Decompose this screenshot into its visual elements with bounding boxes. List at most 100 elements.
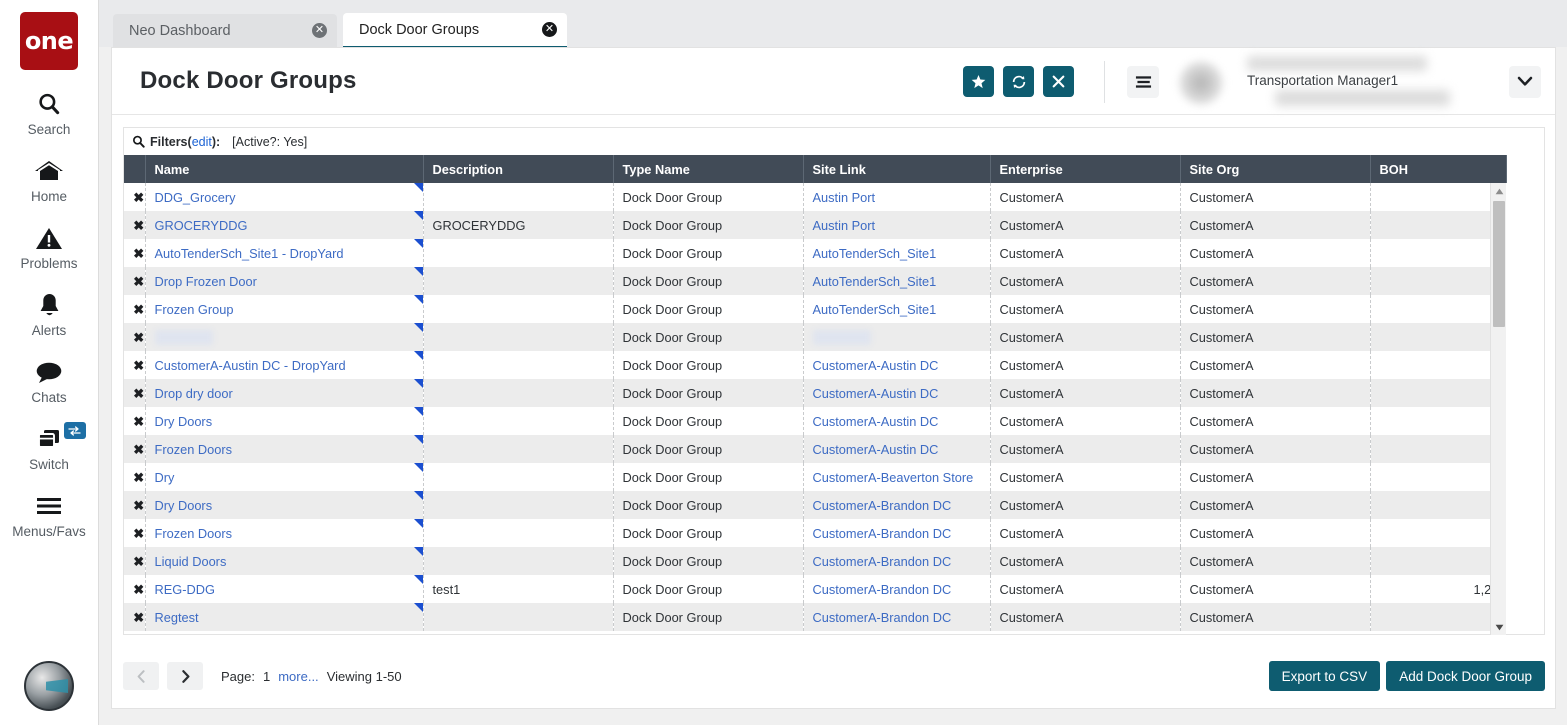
column-header-name[interactable]: Name <box>145 155 423 183</box>
name-link[interactable]: Liquid Doors <box>155 554 227 569</box>
add-dock-door-group-button[interactable]: Add Dock Door Group <box>1386 661 1545 691</box>
tab-dock-door-groups[interactable]: Dock Door Groups ✕ <box>343 13 567 49</box>
column-header-site-link[interactable]: Site Link <box>803 155 990 183</box>
delete-x-icon[interactable]: ✖ <box>133 498 144 513</box>
rail-item-menus-favs[interactable]: Menus/Favs <box>0 491 99 539</box>
delete-x-icon[interactable]: ✖ <box>133 526 144 541</box>
cell-boh <box>1370 491 1506 519</box>
table-row[interactable]: ✖Frozen DoorsDock Door GroupCustomerA-Br… <box>124 519 1506 547</box>
site-link-anchor[interactable]: CustomerA-Austin DC <box>813 386 939 401</box>
hamburger-menu-icon[interactable] <box>1127 66 1159 98</box>
name-link[interactable]: Drop Frozen Door <box>155 274 257 289</box>
export-to-csv-button[interactable]: Export to CSV <box>1269 661 1381 691</box>
table-row[interactable]: ✖Liquid DoorsDock Door GroupCustomerA-Br… <box>124 547 1506 575</box>
delete-x-icon[interactable]: ✖ <box>133 274 144 289</box>
table-row[interactable]: ✖DryDock Door GroupCustomerA-Beaverton S… <box>124 463 1506 491</box>
table-row[interactable]: ✖RegtestDock Door GroupCustomerA-Brandon… <box>124 603 1506 631</box>
delete-x-icon[interactable]: ✖ <box>133 582 144 597</box>
rail-item-switch[interactable]: Switch <box>0 424 99 472</box>
table-row[interactable]: ✖REG-DDGtest1Dock Door GroupCustomerA-Br… <box>124 575 1506 603</box>
more-pages-link[interactable]: more... <box>278 669 318 684</box>
name-link[interactable]: Dry <box>155 470 175 485</box>
delete-x-icon[interactable]: ✖ <box>133 330 144 345</box>
table-row[interactable]: ✖GROCERYDDGGROCERYDDGDock Door GroupAust… <box>124 211 1506 239</box>
swap-arrows-icon[interactable] <box>64 422 86 439</box>
column-header-site-org[interactable]: Site Org <box>1180 155 1370 183</box>
table-row[interactable]: ✖Dock Door GroupCustomerACustomerA <box>124 323 1506 351</box>
site-link-anchor[interactable]: CustomerA-Brandon DC <box>813 526 952 541</box>
site-link-anchor[interactable]: CustomerA-Brandon DC <box>813 610 952 625</box>
name-link[interactable]: Regtest <box>155 610 199 625</box>
delete-x-icon[interactable]: ✖ <box>133 442 144 457</box>
column-header-enterprise[interactable]: Enterprise <box>990 155 1180 183</box>
site-link-anchor[interactable]: CustomerA-Austin DC <box>813 442 939 457</box>
filters-edit-link[interactable]: edit <box>192 135 212 149</box>
name-link[interactable]: CustomerA-Austin DC - DropYard <box>155 358 346 373</box>
scroll-up-arrow-icon[interactable] <box>1491 183 1506 199</box>
scroll-down-arrow-icon[interactable] <box>1491 619 1506 635</box>
rail-item-chats[interactable]: Chats <box>0 357 99 405</box>
table-row[interactable]: ✖Frozen GroupDock Door GroupAutoTenderSc… <box>124 295 1506 323</box>
delete-x-icon[interactable]: ✖ <box>133 302 144 317</box>
site-link-anchor[interactable]: AutoTenderSch_Site1 <box>813 274 937 289</box>
delete-x-icon[interactable]: ✖ <box>133 358 144 373</box>
table-row[interactable]: ✖DDG_GroceryDock Door GroupAustin PortCu… <box>124 183 1506 211</box>
site-link-anchor[interactable]: CustomerA-Beaverton Store <box>813 470 974 485</box>
table-row[interactable]: ✖Drop dry doorDock Door GroupCustomerA-A… <box>124 379 1506 407</box>
column-header-description[interactable]: Description <box>423 155 613 183</box>
site-link-anchor[interactable]: CustomerA-Brandon DC <box>813 498 952 513</box>
close-circle-icon[interactable]: ✕ <box>542 22 557 37</box>
close-circle-icon[interactable]: ✕ <box>312 23 327 38</box>
vertical-scrollbar[interactable] <box>1490 183 1506 635</box>
table-row[interactable]: ✖Dry DoorsDock Door GroupCustomerA-Austi… <box>124 407 1506 435</box>
name-link[interactable]: Frozen Group <box>155 302 234 317</box>
rail-item-alerts[interactable]: Alerts <box>0 290 99 338</box>
column-header-type-name[interactable]: Type Name <box>613 155 803 183</box>
site-link-anchor[interactable]: AutoTenderSch_Site1 <box>813 302 937 317</box>
name-link[interactable]: REG-DDG <box>155 582 215 597</box>
site-link-anchor[interactable]: Austin Port <box>813 218 876 233</box>
user-profile-avatar[interactable] <box>24 661 74 711</box>
site-link-anchor[interactable]: CustomerA-Austin DC <box>813 358 939 373</box>
name-link[interactable]: Frozen Doors <box>155 442 233 457</box>
delete-x-icon[interactable]: ✖ <box>133 218 144 233</box>
rail-item-problems[interactable]: Problems <box>0 223 99 271</box>
name-link[interactable]: GROCERYDDG <box>155 218 248 233</box>
delete-x-icon[interactable]: ✖ <box>133 610 144 625</box>
delete-x-icon[interactable]: ✖ <box>133 246 144 261</box>
next-page-button[interactable] <box>167 662 203 690</box>
delete-x-icon[interactable]: ✖ <box>133 554 144 569</box>
table-row[interactable]: ✖Dry DoorsDock Door GroupCustomerA-Brand… <box>124 491 1506 519</box>
rail-item-home[interactable]: Home <box>0 156 99 204</box>
scrollbar-thumb[interactable] <box>1493 201 1505 327</box>
refresh-button[interactable] <box>1003 66 1034 97</box>
close-button[interactable] <box>1043 66 1074 97</box>
delete-x-icon[interactable]: ✖ <box>133 190 144 205</box>
name-link[interactable]: Dry Doors <box>155 498 213 513</box>
name-link[interactable]: Frozen Doors <box>155 526 233 541</box>
previous-page-button[interactable] <box>123 662 159 690</box>
table-row[interactable]: ✖Frozen DoorsDock Door GroupCustomerA-Au… <box>124 435 1506 463</box>
name-link[interactable]: Drop dry door <box>155 386 233 401</box>
site-link-anchor[interactable]: Austin Port <box>813 190 876 205</box>
name-link[interactable]: AutoTenderSch_Site1 - DropYard <box>155 246 344 261</box>
chevron-down-icon[interactable] <box>1509 66 1541 98</box>
delete-x-icon[interactable]: ✖ <box>133 414 144 429</box>
site-link-anchor[interactable]: CustomerA-Austin DC <box>813 414 939 429</box>
site-link-anchor[interactable]: CustomerA-Brandon DC <box>813 554 952 569</box>
tab-neo-dashboard[interactable]: Neo Dashboard ✕ <box>113 14 337 47</box>
cell-description: GROCERYDDG <box>423 211 613 239</box>
favorite-button[interactable] <box>963 66 994 97</box>
table-row[interactable]: ✖AutoTenderSch_Site1 - DropYardDock Door… <box>124 239 1506 267</box>
name-link[interactable]: DDG_Grocery <box>155 190 236 205</box>
delete-x-icon[interactable]: ✖ <box>133 470 144 485</box>
site-link-anchor[interactable]: CustomerA-Brandon DC <box>813 582 952 597</box>
table-row[interactable]: ✖Drop Frozen DoorDock Door GroupAutoTend… <box>124 267 1506 295</box>
column-header-boh[interactable]: BOH <box>1370 155 1506 183</box>
user-account-block[interactable]: Transportation Manager1 <box>1175 54 1495 110</box>
name-link[interactable]: Dry Doors <box>155 414 213 429</box>
site-link-anchor[interactable]: AutoTenderSch_Site1 <box>813 246 937 261</box>
table-row[interactable]: ✖CustomerA-Austin DC - DropYardDock Door… <box>124 351 1506 379</box>
rail-item-search[interactable]: Search <box>0 89 99 137</box>
delete-x-icon[interactable]: ✖ <box>133 386 144 401</box>
